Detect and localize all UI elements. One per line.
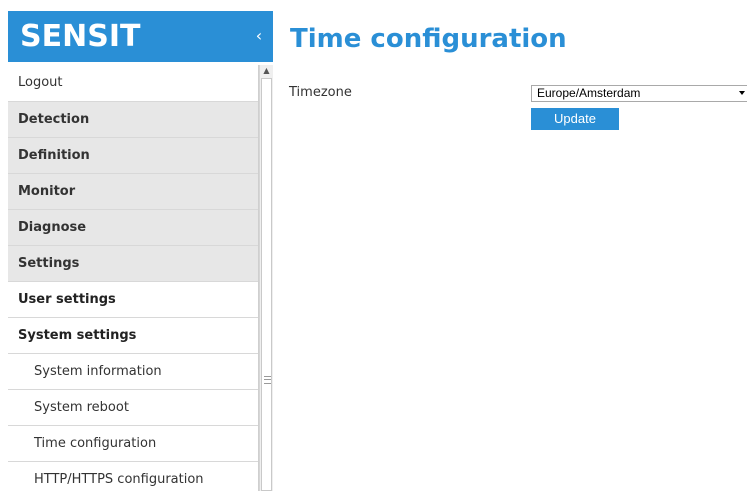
timezone-select[interactable]: Europe/Amsterdam	[531, 85, 747, 102]
scrollbar-thumb[interactable]	[261, 78, 272, 491]
scroll-up-arrow-icon[interactable]: ▲	[261, 66, 272, 76]
sidebar-item-user-settings[interactable]: User settings	[8, 282, 258, 318]
sidebar-item-diagnose[interactable]: Diagnose	[8, 210, 258, 246]
sidebar-item-label: HTTP/HTTPS configuration	[34, 472, 204, 487]
page-title: Time configuration	[290, 24, 567, 54]
sidebar-item-label: Monitor	[18, 184, 76, 199]
dropdown-arrow-icon	[739, 91, 745, 95]
sidebar-item-label: System information	[34, 364, 162, 379]
sidebar-item-label: Time configuration	[34, 436, 157, 451]
sidebar-item-label: Diagnose	[18, 220, 87, 235]
update-button[interactable]: Update	[531, 108, 619, 130]
sidebar-item-label: User settings	[18, 292, 116, 307]
sidebar-item-settings[interactable]: Settings	[8, 246, 258, 282]
sidebar-item-definition[interactable]: Definition	[8, 138, 258, 174]
sidebar-menu: Logout Detection Definition Monitor Diag…	[8, 65, 259, 491]
sidebar-item-label: Settings	[18, 256, 80, 271]
sidebar-item-label: Definition	[18, 148, 90, 163]
sidebar-scrollbar[interactable]: ▲	[259, 65, 273, 491]
timezone-label: Timezone	[289, 85, 352, 100]
sidebar-item-detection[interactable]: Detection	[8, 102, 258, 138]
grip-icon	[264, 376, 271, 384]
sidebar-item-logout[interactable]: Logout	[8, 65, 258, 102]
sidebar-item-label: System settings	[18, 328, 137, 343]
sidebar-header: SENSIT ‹	[8, 11, 273, 62]
sidebar-item-system-reboot[interactable]: System reboot	[8, 390, 258, 426]
sidebar-item-time-configuration[interactable]: Time configuration	[8, 426, 258, 462]
sidebar-item-system-information[interactable]: System information	[8, 354, 258, 390]
timezone-selected-value: Europe/Amsterdam	[537, 86, 641, 100]
sidebar-item-system-settings[interactable]: System settings	[8, 318, 258, 354]
sidebar-item-label: System reboot	[34, 400, 129, 415]
sidebar-item-label: Detection	[18, 112, 90, 127]
sidebar-item-label: Logout	[18, 75, 63, 90]
sidebar-item-http-https-configuration[interactable]: HTTP/HTTPS configuration	[8, 462, 258, 491]
sidebar-item-monitor[interactable]: Monitor	[8, 174, 258, 210]
chevron-left-icon[interactable]: ‹	[253, 27, 265, 45]
brand-logo-text: SENSIT	[20, 19, 141, 54]
